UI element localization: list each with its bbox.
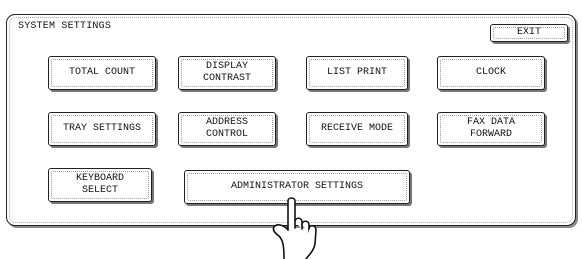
address-control-button[interactable]: ADDRESS CONTROL [178, 112, 276, 146]
keyboard-select-button[interactable]: KEYBOARD SELECT [48, 168, 152, 202]
fax-data-forward-button[interactable]: FAX DATA FORWARD [437, 112, 545, 146]
pointing-hand-icon [272, 197, 317, 259]
exit-button[interactable]: EXIT [490, 24, 568, 42]
clock-button[interactable]: CLOCK [437, 56, 545, 90]
page-title: SYSTEM SETTINGS [18, 21, 112, 32]
receive-mode-button[interactable]: RECEIVE MODE [306, 112, 408, 146]
total-count-button[interactable]: TOTAL COUNT [48, 56, 156, 90]
display-contrast-button[interactable]: DISPLAY CONTRAST [178, 56, 276, 90]
list-print-button[interactable]: LIST PRINT [306, 56, 408, 90]
tray-settings-button[interactable]: TRAY SETTINGS [48, 112, 156, 146]
